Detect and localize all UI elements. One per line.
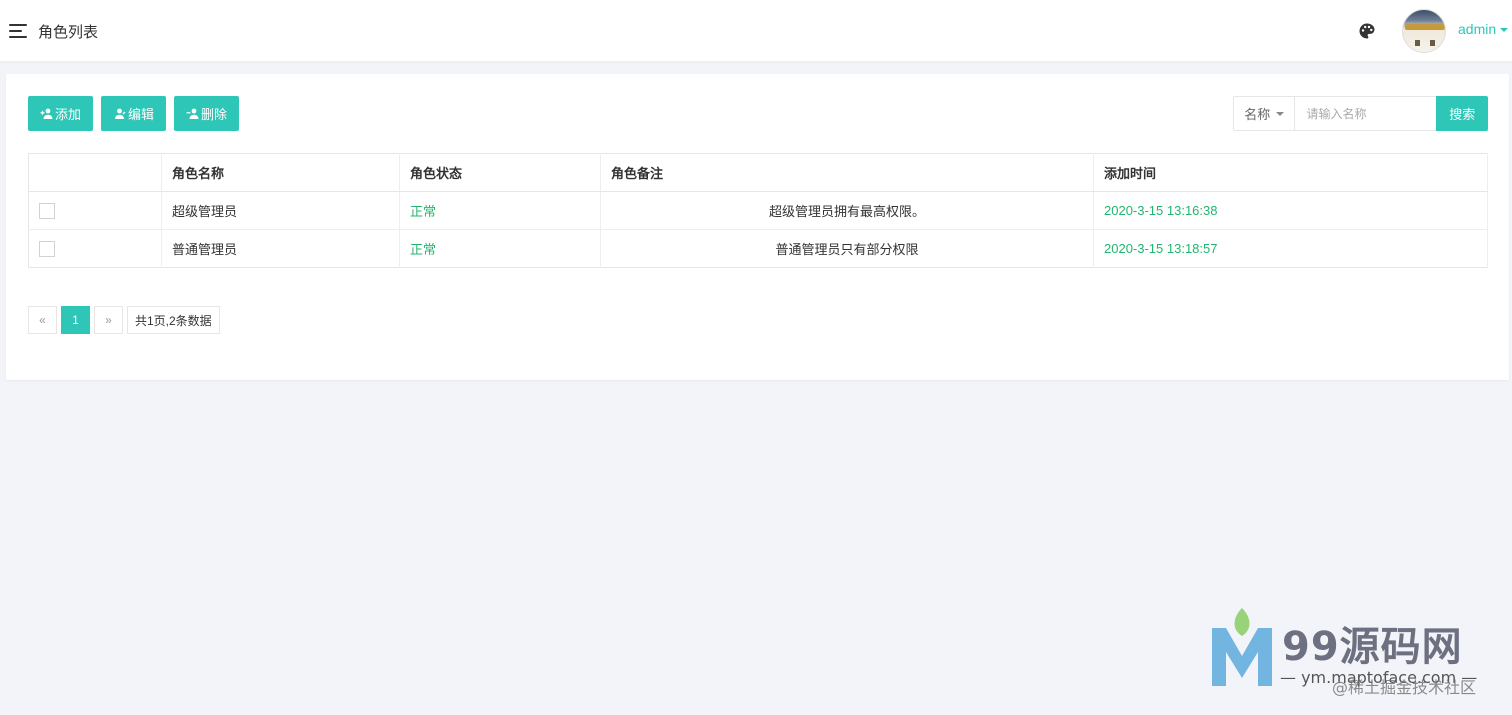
role-created: 2020-3-15 13:16:38	[1093, 191, 1488, 230]
site-logo-icon	[1212, 608, 1272, 686]
row-checkbox[interactable]	[39, 240, 55, 257]
table-header-row: 角色名称 角色状态 角色备注 添加时间	[28, 153, 1488, 192]
delete-button[interactable]: 删除	[174, 96, 239, 131]
role-table: 角色名称 角色状态 角色备注 添加时间 超级管理员 正常 超级管理员拥有最高权限…	[28, 153, 1488, 268]
watermark-title: 99源码网	[1282, 624, 1463, 670]
add-button-label: 添加	[54, 107, 81, 122]
user-menu[interactable]: admin	[1458, 21, 1509, 37]
top-bar: 角色列表 admin	[0, 0, 1512, 62]
role-status: 正常	[399, 229, 601, 268]
search-field-value: 名称	[1244, 107, 1271, 122]
remove-user-icon	[186, 108, 199, 119]
prev-page-button[interactable]: «	[28, 306, 57, 334]
content-card: 添加 编辑 删除 名称 搜索 角色名称 角色状态 角色备注 添加时间 超级	[6, 74, 1509, 380]
role-remark: 超级管理员拥有最高权限。	[600, 191, 1094, 230]
user-name: admin	[1458, 21, 1497, 37]
delete-button-label: 删除	[200, 107, 227, 122]
column-header-select	[28, 153, 162, 192]
row-select-cell	[28, 191, 162, 230]
search-button[interactable]: 搜索	[1436, 96, 1488, 131]
column-header-status: 角色状态	[399, 153, 601, 192]
role-remark: 普通管理员只有部分权限	[600, 229, 1094, 268]
add-user-icon	[40, 108, 53, 119]
pagination-summary: 共1页,2条数据	[127, 306, 220, 334]
table-row: 超级管理员 正常 超级管理员拥有最高权限。 2020-3-15 13:16:38	[28, 191, 1488, 230]
row-select-cell	[28, 229, 162, 268]
search-input[interactable]	[1295, 97, 1437, 130]
watermark-credit: @稀土掘金技术社区	[1332, 678, 1477, 697]
avatar[interactable]	[1402, 9, 1446, 53]
palette-icon[interactable]	[1358, 22, 1376, 40]
edit-button[interactable]: 编辑	[101, 96, 166, 131]
table-row: 普通管理员 正常 普通管理员只有部分权限 2020-3-15 13:18:57	[28, 229, 1488, 268]
edit-button-label: 编辑	[127, 107, 154, 122]
pagination: « 1 » 共1页,2条数据	[28, 306, 220, 334]
role-status: 正常	[399, 191, 601, 230]
search-field-select[interactable]: 名称	[1234, 97, 1296, 130]
role-name: 超级管理员	[161, 191, 400, 230]
search-bar: 名称 搜索	[1233, 96, 1488, 131]
caret-down-icon	[1276, 111, 1285, 116]
page-1-button[interactable]: 1	[61, 306, 90, 334]
column-header-remark: 角色备注	[600, 153, 1094, 192]
next-page-button[interactable]: »	[94, 306, 123, 334]
add-button[interactable]: 添加	[28, 96, 93, 131]
role-created: 2020-3-15 13:18:57	[1093, 229, 1488, 268]
watermark: 99源码网 — ym.maptoface.com — @稀土掘金技术社区	[1208, 606, 1508, 706]
chevron-down-icon	[1500, 28, 1509, 33]
column-header-created: 添加时间	[1093, 153, 1488, 192]
page-title: 角色列表	[38, 24, 99, 41]
row-checkbox[interactable]	[39, 202, 55, 219]
column-header-name: 角色名称	[161, 153, 400, 192]
edit-user-icon	[114, 108, 126, 119]
role-name: 普通管理员	[161, 229, 400, 268]
menu-toggle-icon[interactable]	[9, 23, 29, 39]
